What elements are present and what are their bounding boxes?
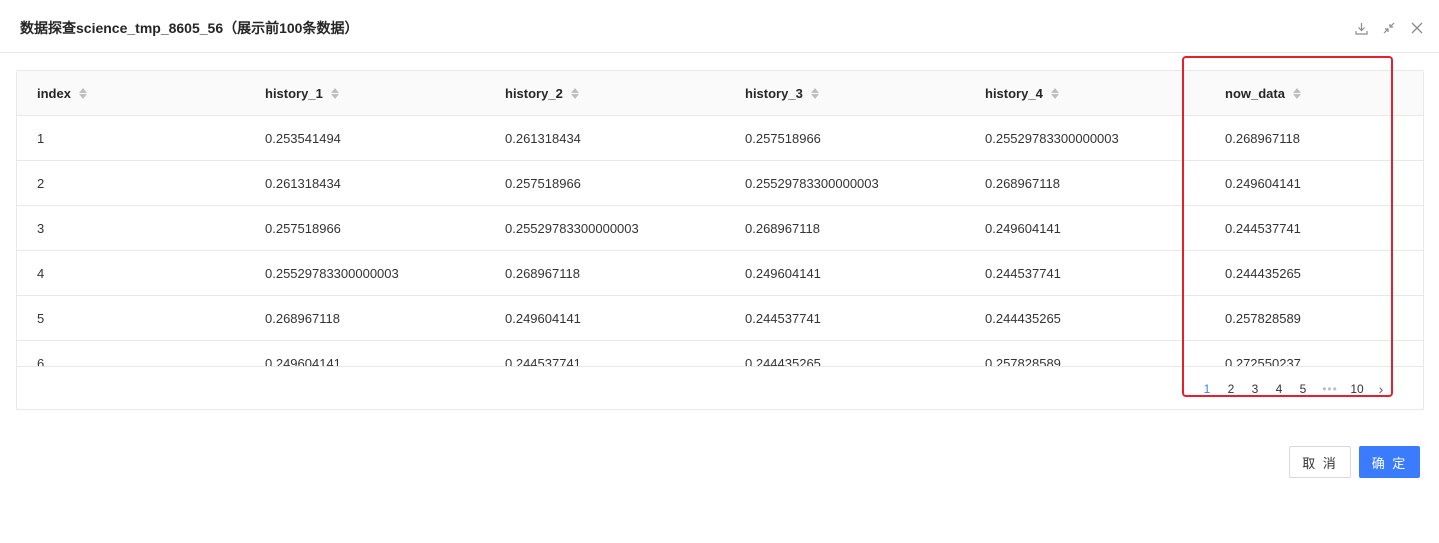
table-header-row: index history_1 history_2 history_3 hist… [17, 71, 1423, 116]
page-3[interactable]: 3 [1243, 382, 1267, 396]
column-header-label: index [37, 85, 71, 101]
data-table: index history_1 history_2 history_3 hist… [17, 71, 1423, 366]
table-cell: 5 [17, 295, 245, 341]
table-cell: 2 [17, 160, 245, 206]
pagination: ‹ 1 2 3 4 5 ••• 10 › [1171, 381, 1393, 397]
table-cell: 6 [17, 340, 245, 366]
dialog-header: 数据探查science_tmp_8605_56（展示前100条数据） [0, 0, 1439, 53]
table-cell: 0.25529783300000003 [245, 250, 485, 296]
sort-icon[interactable] [1292, 87, 1301, 99]
page-5[interactable]: 5 [1291, 382, 1315, 396]
download-icon[interactable] [1353, 20, 1369, 36]
close-icon[interactable] [1409, 20, 1425, 36]
table-cell: 0.253541494 [245, 115, 485, 161]
table-row: 4 0.25529783300000003 0.268967118 0.2496… [17, 250, 1423, 296]
table-cell: 0.257518966 [245, 205, 485, 251]
table-cell: 0.244435265 [965, 295, 1205, 341]
page-last[interactable]: 10 [1345, 382, 1369, 396]
shrink-icon[interactable] [1381, 20, 1397, 36]
cancel-button[interactable]: 取 消 [1289, 446, 1351, 478]
table-cell: 0.249604141 [1205, 160, 1423, 206]
table-cell: 0.25529783300000003 [725, 160, 965, 206]
table-cell: 0.244435265 [1205, 250, 1423, 296]
table-cell: 0.244537741 [725, 295, 965, 341]
table-cell: 0.244435265 [725, 340, 965, 366]
table-cell: 0.249604141 [245, 340, 485, 366]
next-page-icon[interactable]: › [1369, 381, 1393, 397]
data-table-container: index history_1 history_2 history_3 hist… [16, 70, 1424, 410]
data-preview-dialog: 数据探查science_tmp_8605_56（展示前100条数据） index… [0, 0, 1439, 543]
pagination-ellipsis[interactable]: ••• [1315, 382, 1345, 396]
page-2[interactable]: 2 [1219, 382, 1243, 396]
table-cell: 0.244537741 [485, 340, 725, 366]
table-cell: 0.257518966 [485, 160, 725, 206]
table-cell: 3 [17, 205, 245, 251]
table-cell: 0.249604141 [485, 295, 725, 341]
table-cell: 4 [17, 250, 245, 296]
header-actions [1353, 20, 1425, 36]
table-cell: 0.268967118 [245, 295, 485, 341]
prev-page-icon[interactable]: ‹ [1171, 381, 1195, 397]
column-header-history-3[interactable]: history_3 [725, 71, 965, 116]
table-cell: 1 [17, 115, 245, 161]
confirm-button[interactable]: 确 定 [1359, 446, 1420, 478]
table-cell: 0.268967118 [965, 160, 1205, 206]
sort-icon[interactable] [810, 87, 819, 99]
column-header-label: history_4 [985, 85, 1043, 101]
page-1[interactable]: 1 [1195, 382, 1219, 396]
table-cell: 0.244537741 [965, 250, 1205, 296]
table-row: 2 0.261318434 0.257518966 0.255297833000… [17, 160, 1423, 206]
table-cell: 0.261318434 [485, 115, 725, 161]
column-header-index[interactable]: index [17, 71, 245, 116]
sort-icon[interactable] [330, 87, 339, 99]
table-cell: 0.268967118 [1205, 115, 1423, 161]
column-header-history-4[interactable]: history_4 [965, 71, 1205, 116]
table-scroll-area[interactable]: index history_1 history_2 history_3 hist… [17, 71, 1423, 367]
table-cell: 0.257518966 [725, 115, 965, 161]
sort-icon[interactable] [570, 87, 579, 99]
table-row: 3 0.257518966 0.25529783300000003 0.2689… [17, 205, 1423, 251]
table-row: 6 0.249604141 0.244537741 0.244435265 0.… [17, 340, 1423, 366]
table-cell: 0.244537741 [1205, 205, 1423, 251]
table-cell: 0.268967118 [725, 205, 965, 251]
column-header-label: history_3 [745, 85, 803, 101]
table-cell: 0.25529783300000003 [965, 115, 1205, 161]
table-cell: 0.261318434 [245, 160, 485, 206]
column-header-label: now_data [1225, 85, 1285, 101]
column-header-label: history_2 [505, 85, 563, 101]
table-cell: 0.272550237 [1205, 340, 1423, 366]
table-cell: 0.257828589 [965, 340, 1205, 366]
table-cell: 0.25529783300000003 [485, 205, 725, 251]
table-cell: 0.268967118 [485, 250, 725, 296]
column-header-now-data[interactable]: now_data [1205, 71, 1423, 116]
table-cell: 0.249604141 [965, 205, 1205, 251]
column-header-history-2[interactable]: history_2 [485, 71, 725, 116]
table-row: 1 0.253541494 0.261318434 0.257518966 0.… [17, 115, 1423, 161]
table-row: 5 0.268967118 0.249604141 0.244537741 0.… [17, 295, 1423, 341]
table-cell: 0.257828589 [1205, 295, 1423, 341]
sort-icon[interactable] [1050, 87, 1059, 99]
column-header-label: history_1 [265, 85, 323, 101]
page-4[interactable]: 4 [1267, 382, 1291, 396]
sort-icon[interactable] [78, 87, 87, 99]
column-header-history-1[interactable]: history_1 [245, 71, 485, 116]
dialog-title: 数据探查science_tmp_8605_56（展示前100条数据） [20, 20, 359, 36]
table-cell: 0.249604141 [725, 250, 965, 296]
